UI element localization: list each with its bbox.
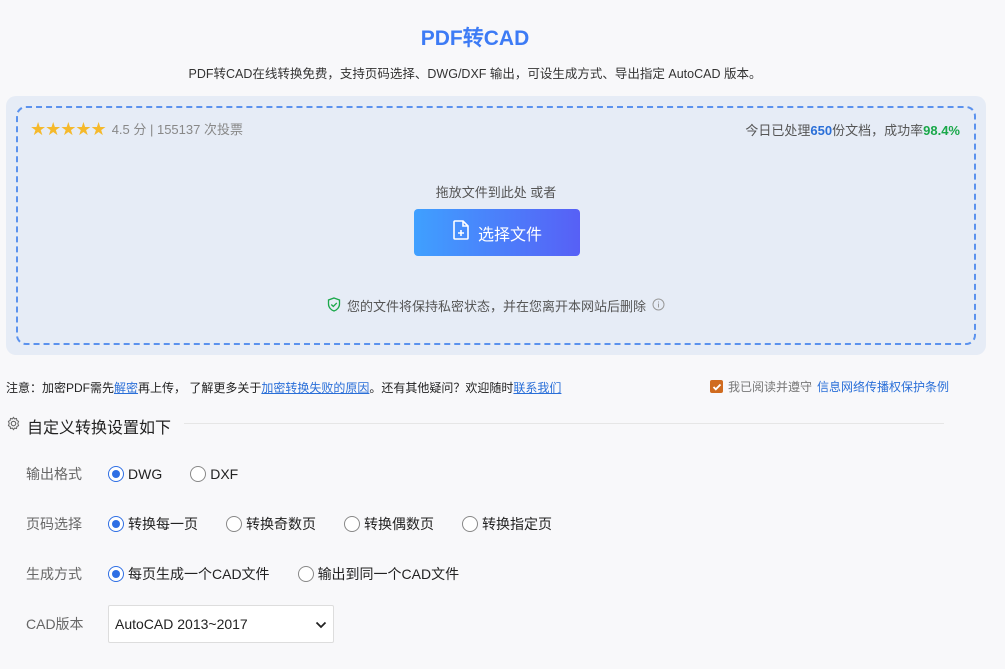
gear-icon bbox=[6, 416, 21, 436]
agreement: 我已阅读并遵守 信息网络传播权保护条例 bbox=[710, 378, 949, 395]
radio-every-page[interactable]: 转换每一页 bbox=[108, 514, 198, 534]
cad-version-select[interactable]: AutoCAD 2013~2017 bbox=[108, 605, 334, 643]
output-format-row: 输出格式 DWG DXF bbox=[26, 464, 248, 484]
page-select-label: 页码选择 bbox=[26, 516, 82, 532]
rating: ★★★★★ 4.5 分 | 155137 次投票 bbox=[30, 119, 243, 138]
radio-one-file-per-page[interactable]: 每页生成一个CAD文件 bbox=[108, 564, 270, 584]
select-file-button[interactable]: 选择文件 bbox=[414, 209, 580, 256]
drop-hint: 拖放文件到此处 或者 bbox=[435, 185, 557, 200]
file-dropzone[interactable]: ★★★★★ 4.5 分 | 155137 次投票 今日已处理650份文档，成功率… bbox=[16, 106, 976, 345]
radio-single-file[interactable]: 输出到同一个CAD文件 bbox=[297, 564, 459, 584]
shield-check-icon bbox=[327, 296, 341, 315]
select-file-label: 选择文件 bbox=[477, 226, 542, 244]
contact-link[interactable]: 联系我们 bbox=[513, 381, 561, 395]
radio-even-pages[interactable]: 转换偶数页 bbox=[344, 514, 434, 534]
output-format-label: 输出格式 bbox=[26, 466, 82, 482]
radio-dwg-circle[interactable] bbox=[108, 466, 124, 482]
radio-odd-pages[interactable]: 转换奇数页 bbox=[226, 514, 316, 534]
section-divider bbox=[184, 423, 944, 424]
stats-count: 650 bbox=[810, 123, 833, 138]
rating-text: 4.5 分 | 155137 次投票 bbox=[111, 122, 243, 137]
agreement-checkbox[interactable] bbox=[710, 380, 723, 393]
radio-every-page-circle[interactable] bbox=[108, 516, 124, 532]
cad-version-value: AutoCAD 2013~2017 bbox=[115, 616, 248, 632]
cad-version-label: CAD版本 bbox=[26, 616, 84, 632]
radio-specific-pages[interactable]: 转换指定页 bbox=[462, 514, 552, 534]
page-title: PDF转CAD bbox=[420, 27, 530, 50]
success-rate: 98.4% bbox=[923, 123, 960, 138]
failure-reason-link[interactable]: 加密转换失败的原因 bbox=[261, 381, 369, 395]
star-rating-icon[interactable]: ★★★★★ bbox=[30, 120, 107, 138]
radio-even-pages-circle[interactable] bbox=[344, 516, 360, 532]
radio-odd-pages-circle[interactable] bbox=[226, 516, 242, 532]
upload-panel: ★★★★★ 4.5 分 | 155137 次投票 今日已处理650份文档，成功率… bbox=[6, 96, 986, 355]
privacy-notice: 您的文件将保持私密状态，并在您离开本网站后删除 bbox=[18, 296, 974, 315]
generate-mode-label: 生成方式 bbox=[26, 566, 82, 582]
settings-header: 自定义转换设置如下 bbox=[6, 414, 171, 438]
chevron-down-icon bbox=[315, 616, 327, 632]
cad-version-row: CAD版本 AutoCAD 2013~2017 bbox=[26, 605, 334, 643]
radio-dxf[interactable]: DXF bbox=[190, 466, 238, 482]
radio-single-file-circle[interactable] bbox=[297, 566, 314, 582]
radio-dxf-circle[interactable] bbox=[190, 466, 207, 482]
agreement-link[interactable]: 信息网络传播权保护条例 bbox=[817, 378, 949, 395]
privacy-text: 您的文件将保持私密状态，并在您离开本网站后删除 bbox=[346, 299, 646, 314]
radio-one-file-per-page-circle[interactable] bbox=[108, 566, 124, 582]
page-subtitle: PDF转CAD在线转换免费，支持页码选择、DWG/DXF 输出，可设生成方式、导… bbox=[188, 67, 762, 81]
processing-stats: 今日已处理650份文档，成功率98.4% bbox=[745, 123, 960, 138]
settings-title: 自定义转换设置如下 bbox=[27, 420, 172, 437]
file-add-icon bbox=[452, 220, 470, 245]
agreement-text: 我已阅读并遵守 bbox=[728, 380, 813, 394]
decrypt-link[interactable]: 解密 bbox=[114, 381, 138, 395]
page-select-row: 页码选择 转换每一页 转换奇数页 转换偶数页 转换指定页 bbox=[26, 514, 562, 534]
generate-mode-row: 生成方式 每页生成一个CAD文件 输出到同一个CAD文件 bbox=[26, 564, 469, 584]
decrypt-note: 注意：加密PDF需先解密再上传， 了解更多关于加密转换失败的原因。还有其他疑问？… bbox=[6, 381, 562, 395]
radio-dwg[interactable]: DWG bbox=[108, 466, 162, 482]
info-icon[interactable] bbox=[652, 298, 665, 314]
radio-specific-pages-circle[interactable] bbox=[462, 516, 478, 532]
